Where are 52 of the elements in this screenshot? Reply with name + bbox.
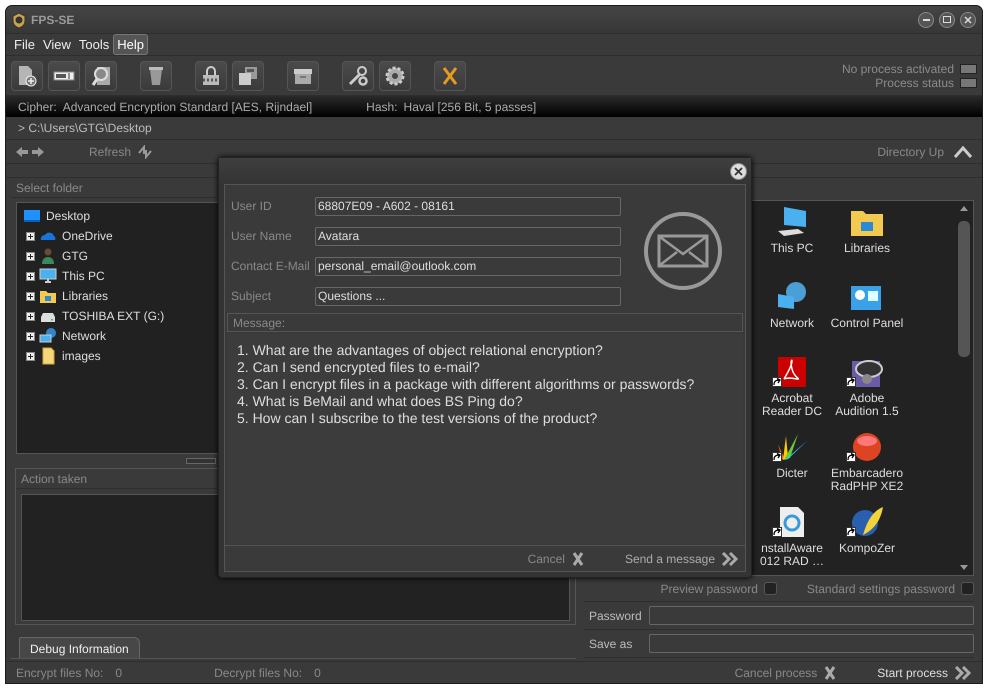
field-label: Save as	[589, 636, 634, 652]
hash-value: Haval [256 Bit, 5 passes]	[404, 98, 536, 116]
menu-item[interactable]: Tools	[74, 34, 114, 55]
tree-item[interactable]: This PC	[39, 266, 105, 286]
tree-item[interactable]: images	[39, 346, 101, 366]
desktop-shortcut[interactable]: Network	[755, 280, 829, 355]
desktop-shortcut[interactable]: This PC	[755, 205, 829, 280]
desktop-shortcut[interactable]: nstallAware 012 RAD …	[755, 505, 829, 580]
panel-title: Action taken	[21, 470, 88, 488]
text-field[interactable]: Avatara	[315, 226, 621, 246]
tree-item[interactable]: Network	[39, 326, 106, 346]
cipher-label: Cipher:	[18, 98, 57, 116]
status-label: Process status	[875, 76, 954, 90]
counter-value: 0	[314, 664, 321, 682]
field-label: Subject	[230, 288, 272, 305]
counter-value: 0	[115, 664, 122, 682]
desktop-shortcut[interactable]: Acrobat Reader DC	[755, 355, 829, 430]
tree-item[interactable]: GTG	[39, 246, 88, 266]
cipher-value: Advanced Encryption Standard [AES, Rijndael]	[62, 98, 312, 116]
desktop-shortcut[interactable]: KompoZer	[829, 505, 905, 580]
tree-item[interactable]: Desktop	[23, 206, 90, 226]
start-process-button[interactable]: Start process	[877, 664, 972, 682]
tab[interactable]: Debug Information	[19, 637, 140, 658]
checkbox-label: Standard settings password	[806, 580, 955, 598]
tree-item[interactable]: TOSHIBA EXT (G:)	[39, 306, 164, 326]
status-label: No process activated	[842, 62, 954, 76]
desktop-shortcut[interactable]: Libraries	[829, 205, 905, 280]
field-label: Contact E-Mail	[230, 258, 311, 275]
field-label: Password	[589, 608, 641, 624]
counter-label: Decrypt files No:	[214, 664, 302, 682]
menu-item[interactable]: Help	[113, 34, 148, 55]
field-label: Message:	[233, 314, 286, 332]
panel-title: Select folder	[16, 180, 83, 196]
desktop-shortcut[interactable]: Embarcadero RadPHP XE2	[829, 430, 905, 505]
counter-label: Encrypt files No:	[16, 664, 104, 682]
desktop-shortcut[interactable]: Control Panel	[829, 280, 905, 355]
checkbox-label: Preview password	[660, 580, 758, 598]
tree-item[interactable]: Libraries	[39, 286, 108, 306]
menu-item[interactable]: File	[10, 34, 39, 55]
tree-item[interactable]: OneDrive	[39, 226, 113, 246]
hash-label: Hash:	[366, 98, 398, 116]
desktop-shortcut[interactable]: Dicter	[755, 430, 829, 505]
text-field[interactable]: personal_email@outlook.com	[315, 256, 621, 276]
desktop-shortcut[interactable]: Adobe Audition 1.5	[829, 355, 905, 430]
menu-item[interactable]: View	[38, 34, 75, 55]
path-text: > C:\Users\GTG\Desktop	[18, 120, 152, 137]
field-label: User ID	[230, 198, 273, 215]
text-field[interactable]: Questions ...	[315, 286, 621, 306]
window-title: FPS-SE	[31, 12, 74, 28]
text-field[interactable]: 68807E09 - A602 - 08161	[315, 196, 621, 216]
send-button[interactable]: Send a message	[624, 550, 739, 568]
field-label: User Name	[230, 228, 293, 245]
